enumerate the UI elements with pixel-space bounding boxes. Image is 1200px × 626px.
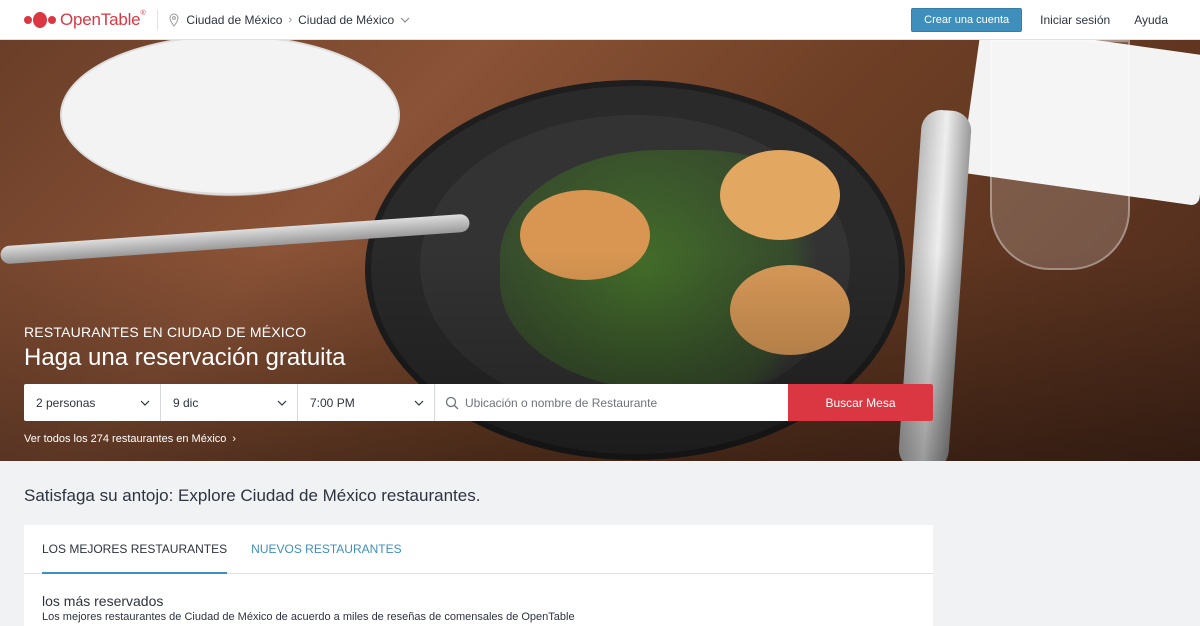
- restaurant-list-card: LOS MEJORES RESTAURANTES NUEVOS RESTAURA…: [24, 525, 933, 626]
- party-size-value: 2 personas: [36, 395, 96, 410]
- chevron-right-icon: ›: [232, 433, 237, 445]
- help-link[interactable]: Ayuda: [1134, 13, 1168, 27]
- restaurant-tabs: LOS MEJORES RESTAURANTES NUEVOS RESTAURA…: [24, 525, 933, 574]
- tab-new-restaurants[interactable]: NUEVOS RESTAURANTES: [251, 525, 401, 573]
- date-value: 9 dic: [173, 395, 199, 410]
- top-nav: OpenTable® Ciudad de México › Ciudad de …: [0, 0, 1200, 40]
- chevron-down-icon: [414, 400, 424, 406]
- sign-in-link[interactable]: Iniciar sesión: [1040, 13, 1110, 27]
- hero-banner: RESTAURANTES EN CIUDAD DE MÉXICO Haga un…: [0, 40, 1200, 461]
- section-description: Los mejores restaurantes de Ciudad de Mé…: [42, 611, 575, 623]
- party-size-select[interactable]: 2 personas: [24, 384, 161, 421]
- breadcrumb-region[interactable]: Ciudad de México: [186, 13, 282, 27]
- reservation-search-bar: 2 personas 9 dic 7:00 PM Ubicación o nom…: [24, 384, 933, 421]
- location-restaurant-search-input[interactable]: Ubicación o nombre de Restaurante: [435, 384, 788, 421]
- section-heading: los más reservados: [42, 593, 164, 609]
- all-restaurants-link[interactable]: Ver todos los 274 restaurantes en México…: [24, 433, 236, 445]
- opentable-logo[interactable]: OpenTable®: [24, 0, 146, 40]
- location-selector[interactable]: Ciudad de México › Ciudad de México: [168, 13, 410, 27]
- chevron-down-icon: [140, 400, 150, 406]
- tab-best-restaurants[interactable]: LOS MEJORES RESTAURANTES: [42, 525, 228, 574]
- explore-heading: Satisfaga su antojo: Explore Ciudad de M…: [24, 486, 481, 505]
- hero-title: Haga una reservación gratuita: [24, 344, 346, 371]
- header-divider: [157, 9, 159, 30]
- all-restaurants-label: Ver todos los 274 restaurantes en México: [24, 433, 227, 445]
- breadcrumb-city[interactable]: Ciudad de México: [298, 13, 394, 27]
- header-actions: Crear una cuenta Iniciar sesión Ayuda: [911, 0, 1200, 40]
- find-table-button[interactable]: Buscar Mesa: [788, 384, 933, 421]
- search-icon: [445, 396, 459, 409]
- chevron-down-icon: [400, 17, 410, 23]
- logo-mark-icon: [24, 11, 56, 29]
- time-select[interactable]: 7:00 PM: [298, 384, 435, 421]
- create-account-button[interactable]: Crear una cuenta: [911, 8, 1023, 32]
- hero-subtitle: RESTAURANTES EN CIUDAD DE MÉXICO: [24, 324, 307, 340]
- search-placeholder: Ubicación o nombre de Restaurante: [465, 395, 658, 410]
- date-select[interactable]: 9 dic: [161, 384, 298, 421]
- logo-text: OpenTable®: [60, 9, 146, 29]
- time-value: 7:00 PM: [310, 395, 355, 410]
- chevron-right-icon: ›: [288, 13, 293, 26]
- location-pin-icon: [169, 12, 179, 27]
- chevron-down-icon: [277, 400, 287, 406]
